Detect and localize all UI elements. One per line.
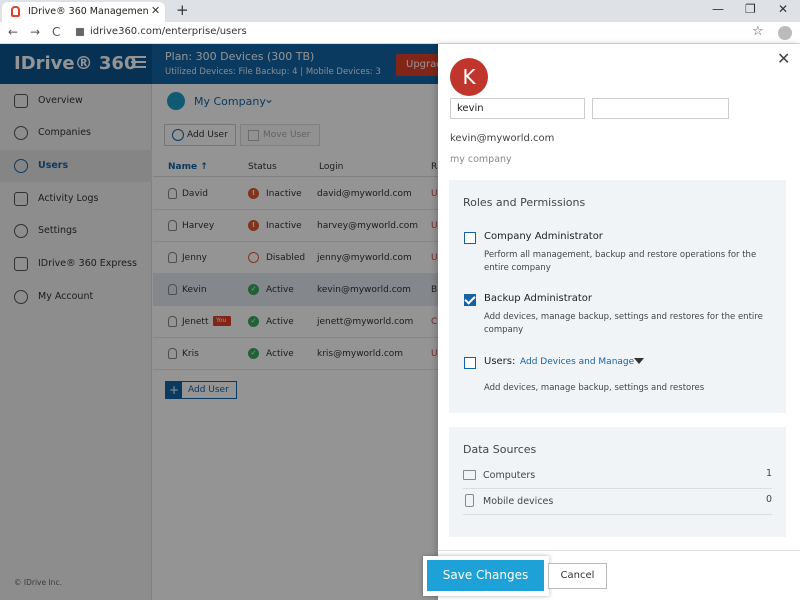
profile-avatar-icon[interactable] bbox=[778, 26, 792, 40]
users-role-label[interactable]: Users: bbox=[484, 356, 515, 367]
tab-close-icon[interactable]: ✕ bbox=[151, 4, 160, 17]
company-admin-desc: Perform all management, backup and resto… bbox=[484, 250, 757, 273]
add-devices-manage-link[interactable]: Add Devices and Manage bbox=[520, 357, 634, 367]
browser-tab[interactable]: IDrive® 360 Management Conso ✕ bbox=[2, 2, 165, 22]
close-icon[interactable]: ✕ bbox=[777, 49, 790, 68]
address-bar: ← → C idrive360.com/enterprise/users ☆ bbox=[0, 22, 800, 44]
lock-icon bbox=[76, 28, 84, 36]
user-company: my company bbox=[450, 154, 512, 165]
backup-admin-label[interactable]: Backup Administrator bbox=[484, 293, 592, 304]
computer-icon bbox=[463, 470, 476, 480]
forward-button[interactable]: → bbox=[30, 25, 40, 39]
first-name-field[interactable] bbox=[450, 98, 585, 119]
data-source-row: Mobile devices 0 bbox=[463, 490, 772, 515]
mobile-device-icon bbox=[465, 494, 474, 507]
data-source-count: 0 bbox=[765, 494, 772, 505]
window-close-button[interactable]: ✕ bbox=[778, 2, 788, 16]
save-changes-button[interactable]: Save Changes bbox=[427, 560, 544, 591]
cancel-button[interactable]: Cancel bbox=[548, 563, 607, 589]
reload-button[interactable]: C bbox=[52, 25, 60, 39]
idrive-favicon-icon bbox=[11, 6, 20, 17]
company-admin-checkbox[interactable] bbox=[464, 232, 476, 244]
new-tab-button[interactable]: + bbox=[176, 1, 189, 19]
data-source-label: Mobile devices bbox=[483, 496, 554, 507]
data-source-count: 1 bbox=[765, 468, 772, 479]
browser-tab-bar: IDrive® 360 Management Conso ✕ + — ❐ ✕ bbox=[0, 0, 800, 22]
roles-title: Roles and Permissions bbox=[463, 196, 586, 209]
avatar: K bbox=[450, 58, 488, 96]
company-admin-label[interactable]: Company Administrator bbox=[484, 231, 603, 242]
data-sources-title: Data Sources bbox=[463, 443, 537, 456]
minimize-button[interactable]: — bbox=[712, 2, 724, 16]
users-role-checkbox[interactable] bbox=[464, 357, 476, 369]
tab-title: IDrive® 360 Management Conso bbox=[28, 6, 148, 17]
maximize-button[interactable]: ❐ bbox=[745, 2, 756, 16]
user-email: kevin@myworld.com bbox=[450, 133, 555, 144]
panel-footer-divider bbox=[438, 550, 800, 551]
data-source-row: Computers 1 bbox=[463, 464, 772, 489]
last-name-field[interactable] bbox=[592, 98, 729, 119]
backup-admin-desc: Add devices, manage backup, settings and… bbox=[484, 312, 763, 335]
modal-overlay[interactable] bbox=[0, 44, 438, 600]
data-source-label: Computers bbox=[483, 470, 536, 481]
caret-down-icon[interactable] bbox=[634, 358, 644, 364]
users-role-desc: Add devices, manage backup, settings and… bbox=[484, 383, 705, 393]
back-button[interactable]: ← bbox=[8, 25, 18, 39]
bookmark-star-icon[interactable]: ☆ bbox=[752, 24, 764, 39]
url-field[interactable]: idrive360.com/enterprise/users bbox=[90, 26, 247, 37]
backup-admin-checkbox[interactable] bbox=[464, 294, 476, 306]
